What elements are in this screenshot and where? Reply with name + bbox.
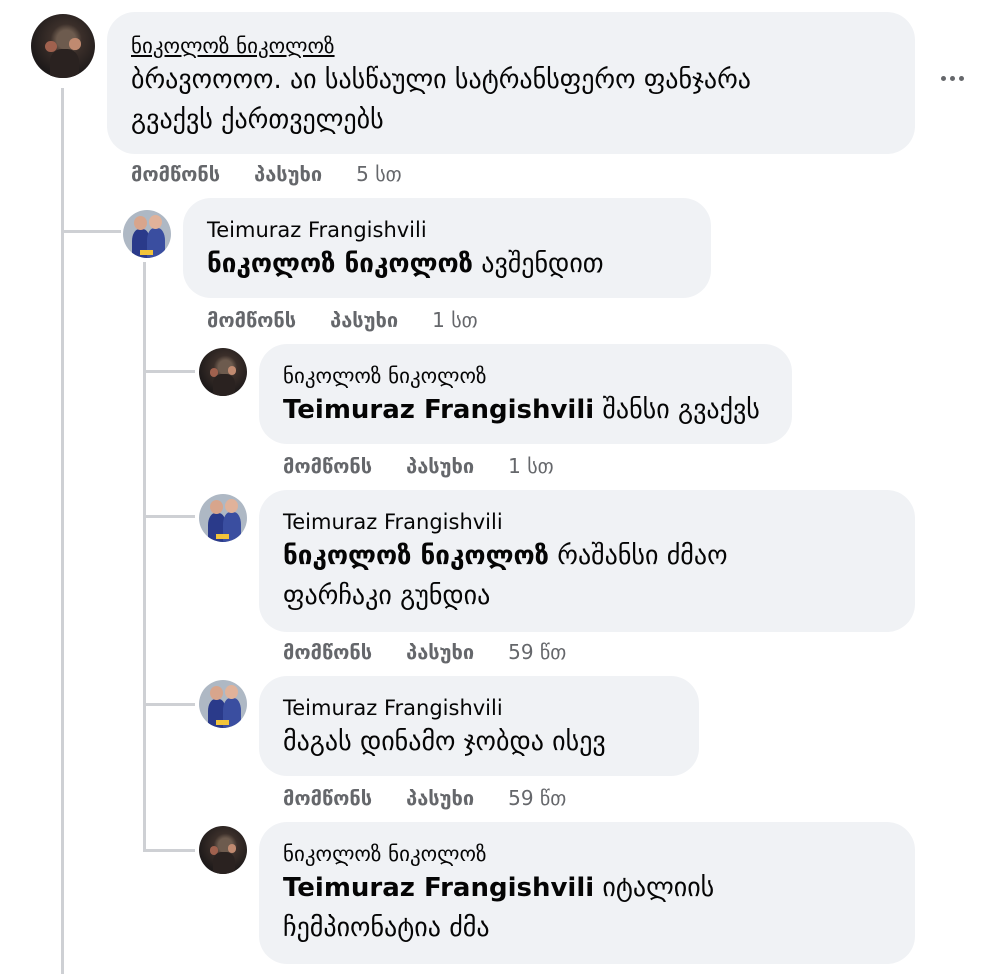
thread-connector-1 [61,230,121,233]
thread-line-main [61,88,64,974]
like-button[interactable]: მომწონს [207,308,296,332]
comment-text: ბრავოოოო. აი სასწაული სატრანსფერო ფანჯარ… [131,65,751,95]
comment-actions: მომწონს პასუხი 5 სთ [131,162,402,186]
thread-connector-3 [143,515,195,518]
comment-bubble: ნიკოლოზ ნიკოლოზ Teimuraz Frangishvili იტ… [259,822,915,964]
comment-text: ფარჩაკი გუნდია [283,581,491,611]
mention-link[interactable]: ნიკოლოზ ნიკოლოზ [207,249,473,279]
comment-author[interactable]: ნიკოლოზ ნიკოლოზ [283,840,891,868]
comment-author[interactable]: ნიკოლოზ ნიკოლოზ [283,362,768,390]
comment-time[interactable]: 59 წთ [508,786,566,810]
comment-text: ჩემპიონატია ძმა [283,913,490,943]
avatar[interactable] [199,348,247,396]
comment-actions: მომწონს პასუხი 59 წთ [283,640,566,664]
comment-text: ნიკოლოზ ნიკოლოზ ავშენდით [207,249,604,279]
more-options-icon[interactable] [936,68,968,88]
comment-text: ნიკოლოზ ნიკოლოზ რაშანსი ძმაო [283,541,728,571]
comment-time[interactable]: 59 წთ [508,640,566,664]
avatar[interactable] [199,494,247,542]
comment-text: მაგას დინამო ჯობდა ისევ [283,727,606,757]
comment-text: Teimuraz Frangishvili შანსი გვაქვს [283,395,760,425]
avatar[interactable] [31,14,95,78]
comment-text: გვაქვს ქართველებს [131,105,384,135]
reply-button[interactable]: პასუხი [330,308,398,332]
comment-bubble: Teimuraz Frangishvili ნიკოლოზ ნიკოლოზ რა… [259,490,915,632]
mention-link[interactable]: Teimuraz Frangishvili [283,873,594,903]
comment-actions: მომწონს პასუხი 59 წთ [283,786,566,810]
avatar[interactable] [199,680,247,728]
comment-text: Teimuraz Frangishvili იტალიის [283,873,715,903]
avatar[interactable] [123,210,171,258]
reply-button[interactable]: პასუხი [406,454,474,478]
comment-time[interactable]: 5 სთ [356,162,402,186]
like-button[interactable]: მომწონს [131,162,220,186]
avatar[interactable] [199,826,247,874]
thread-line-reply [143,262,146,852]
reply-button[interactable]: პასუხი [406,640,474,664]
comment-bubble: ნიკოლოზ ნიკოლოზ ბრავოოოო. აი სასწაული სა… [107,12,915,154]
comment-author[interactable]: ნიკოლოზ ნიკოლოზ [131,32,891,60]
comment-author[interactable]: Teimuraz Frangishvili [283,694,675,722]
comment-bubble: Teimuraz Frangishvili ნიკოლოზ ნიკოლოზ ავ… [183,198,711,298]
like-button[interactable]: მომწონს [283,640,372,664]
comment-time[interactable]: 1 სთ [432,308,478,332]
comment-author[interactable]: Teimuraz Frangishvili [207,216,687,244]
reply-button[interactable]: პასუხი [406,786,474,810]
comment-bubble: ნიკოლოზ ნიკოლოზ Teimuraz Frangishvili შა… [259,344,792,444]
thread-connector-4 [143,703,195,706]
comment-time[interactable]: 1 სთ [508,454,554,478]
comment-bubble: Teimuraz Frangishvili მაგას დინამო ჯობდა… [259,676,699,776]
thread-connector-2 [143,370,195,373]
mention-link[interactable]: ნიკოლოზ ნიკოლოზ [283,541,549,571]
mention-link[interactable]: Teimuraz Frangishvili [283,395,594,425]
comment-author[interactable]: Teimuraz Frangishvili [283,508,891,536]
comment-actions: მომწონს პასუხი 1 სთ [207,308,478,332]
comment-actions: მომწონს პასუხი 1 სთ [283,454,554,478]
like-button[interactable]: მომწონს [283,454,372,478]
reply-button[interactable]: პასუხი [254,162,322,186]
like-button[interactable]: მომწონს [283,786,372,810]
thread-connector-5 [143,849,195,852]
